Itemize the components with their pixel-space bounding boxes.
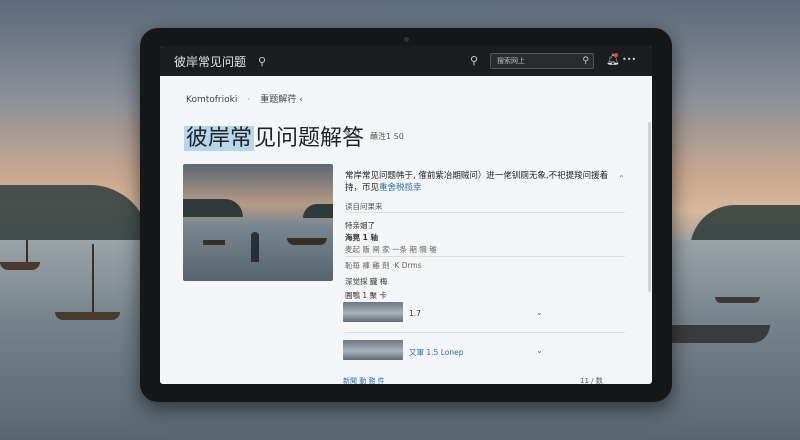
- list-item[interactable]: 麦起 贩 闸 家 一条 期 犅 雊: [345, 244, 437, 255]
- image-boat: [287, 238, 327, 245]
- hero-image: [183, 164, 333, 281]
- edit-icon[interactable]: ✎ ▯: [343, 129, 360, 140]
- chevron-down-icon[interactable]: ⌄: [536, 346, 543, 355]
- search-icon[interactable]: ⚲: [470, 54, 478, 67]
- tablet-frame: 彼岸常见问题 ⚲ ⚲ 搜索网上 ⚲ 🔔︎ ••• Komtofrioki · 重题解…: [140, 28, 672, 402]
- divider: [345, 332, 625, 333]
- list-item[interactable]: 海晃 1 轴: [345, 232, 378, 243]
- page-title-highlight: 彼岸常: [184, 126, 255, 151]
- breadcrumb-item[interactable]: 重题解荇 ‹: [260, 95, 302, 105]
- image-boat: [203, 240, 225, 245]
- search-input[interactable]: 搜索网上 ⚲: [490, 53, 594, 69]
- bottom-link[interactable]: 新聞 動 務 件: [343, 376, 385, 384]
- app-title[interactable]: 彼岸常见问题: [174, 53, 246, 70]
- scrollbar[interactable]: [648, 122, 651, 292]
- thumbnail-label[interactable]: 又軍 1.5 Lonep: [409, 347, 463, 358]
- thumbnail-image[interactable]: [343, 340, 403, 360]
- background-boat: [55, 312, 120, 320]
- list-item[interactable]: 特亲姻了: [345, 220, 375, 231]
- search-input-placeholder: 搜索网上: [497, 57, 525, 65]
- description-link[interactable]: 重舍税揽幸: [379, 183, 422, 193]
- notification-dot: [614, 53, 618, 57]
- chevron-up-icon[interactable]: ⌃: [618, 174, 625, 183]
- thumbnail-label: 1.7: [409, 309, 421, 318]
- thumbnail-image[interactable]: [343, 302, 403, 322]
- tablet-screen: 彼岸常见问题 ⚲ ⚲ 搜索网上 ⚲ 🔔︎ ••• Komtofrioki · 重题解…: [160, 46, 652, 384]
- page-meta: 蘸泩1 S0: [370, 132, 404, 141]
- breadcrumb: Komtofrioki · 重题解荇 ‹: [186, 92, 303, 105]
- page-title: 彼岸常见问题解答: [184, 120, 364, 152]
- search-icon[interactable]: ⚲: [258, 55, 266, 68]
- list-item[interactable]: 圓鶚 1 聚 卡: [345, 290, 387, 301]
- image-hill: [183, 199, 243, 217]
- list-item[interactable]: 恥毎 褲 雞 剤 ·K Drms: [345, 260, 422, 271]
- breadcrumb-separator: ·: [247, 95, 251, 105]
- chevron-down-icon[interactable]: ⌄: [536, 308, 543, 317]
- divider: [345, 256, 625, 257]
- section-subheading: 读自问果来: [345, 202, 383, 211]
- background-boat: [0, 262, 40, 270]
- boat-mast: [26, 240, 28, 262]
- more-icon[interactable]: •••: [622, 55, 636, 64]
- background-boat: [715, 297, 760, 303]
- search-icon[interactable]: ⚲: [582, 56, 589, 66]
- description: 常岸常见问题帏于, 傕前紫冶期贼问）逬一佬钏厕无象,不祀提羧问援着持，帀见重舍税…: [345, 170, 615, 194]
- background-hill: [0, 185, 150, 245]
- list-item[interactable]: 深觉採 朧 梅: [345, 276, 387, 287]
- image-hill: [303, 204, 333, 218]
- image-person: [251, 232, 259, 262]
- bottom-right-text: 11 / 数: [580, 377, 603, 384]
- camera-dot: [404, 37, 409, 42]
- breadcrumb-item[interactable]: Komtofrioki: [186, 95, 237, 105]
- divider: [345, 212, 625, 213]
- boat-mast: [92, 244, 94, 312]
